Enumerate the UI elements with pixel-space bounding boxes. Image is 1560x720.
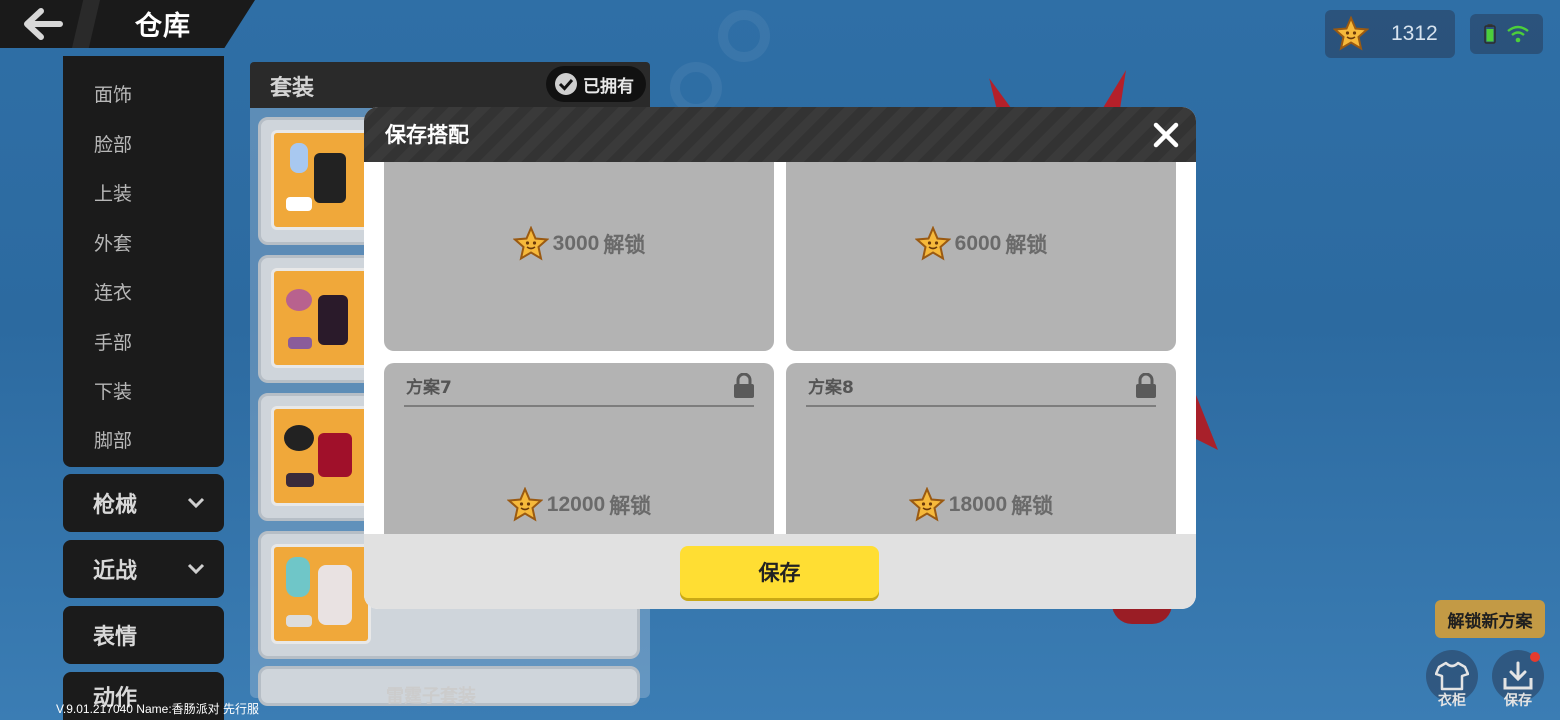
- slot-name: 方案8: [808, 378, 854, 398]
- unlock-suffix: 解锁: [603, 233, 646, 257]
- outfit-slot-locked[interactable]: 6000 解锁: [786, 162, 1176, 351]
- unlock-cost-value: 3000: [552, 232, 600, 255]
- sidebar-item-coat[interactable]: 外套: [94, 229, 132, 256]
- category-guns-button[interactable]: 枪械: [63, 474, 224, 532]
- wifi-icon: [1507, 25, 1529, 43]
- category-melee-button[interactable]: 近战: [63, 540, 224, 598]
- outfit-shoes-image: [286, 473, 314, 487]
- check-circle-icon: [555, 73, 577, 95]
- unlock-suffix: 解锁: [609, 494, 652, 518]
- page-title: 仓库: [135, 11, 191, 42]
- category-melee-label: 近战: [93, 559, 138, 584]
- unlock-suffix: 解锁: [1011, 494, 1054, 518]
- currency-value: 1312: [1391, 22, 1438, 45]
- owned-label: 已拥有: [583, 76, 634, 97]
- outfit-shoes-image: [286, 615, 312, 627]
- unlock-suffix: 解锁: [1005, 233, 1048, 257]
- unlock-cost: 12000 解锁: [384, 487, 774, 523]
- star-coin-icon: [1333, 16, 1369, 51]
- save-outfit-label: 保存: [1504, 693, 1532, 709]
- modal-header: 保存搭配: [364, 107, 1196, 162]
- sidebar-panel: 面饰 脸部 上装 外套 连衣 手部 下装 脚部: [63, 56, 224, 467]
- outfit-accessory-image: [286, 557, 310, 597]
- category-guns-label: 枪械: [93, 493, 138, 518]
- slot-name: 方案7: [406, 378, 452, 398]
- outfit-coat-image: [318, 433, 352, 477]
- outfit-accessory-image: [286, 289, 312, 311]
- unlock-cost-value: 12000: [546, 493, 606, 516]
- sidebar-item-top[interactable]: 上装: [94, 179, 132, 206]
- outfit-accessory-image: [290, 143, 308, 173]
- category-emote-label: 表情: [93, 625, 138, 650]
- version-info: V.9.01.217040 Name:香肠派对 先行服: [56, 702, 259, 716]
- notification-dot: [1530, 652, 1540, 662]
- status-indicators: [1470, 14, 1543, 54]
- star-coin-icon: [506, 487, 543, 522]
- suit-thumbnail: [271, 406, 371, 506]
- close-icon: [1153, 122, 1179, 148]
- unlock-cost-value: 6000: [954, 232, 1002, 255]
- unlock-cost-value: 18000: [948, 493, 1008, 516]
- shirt-icon: [1435, 661, 1469, 691]
- wardrobe-label: 衣柜: [1438, 693, 1466, 709]
- category-emote-button[interactable]: 表情: [63, 606, 224, 664]
- battery-icon: [1484, 24, 1496, 44]
- unlock-cost: 6000 解锁: [786, 226, 1176, 262]
- outfit-coat-image: [318, 565, 352, 625]
- arrow-left-icon: [24, 8, 63, 40]
- modal-footer: 保存: [364, 534, 1196, 609]
- suit-thumbnail: [271, 130, 371, 230]
- suit-thumbnail: [271, 268, 371, 368]
- outfit-slot-7[interactable]: 方案7 12000 解锁: [384, 363, 774, 534]
- outfit-slot-list[interactable]: 3000 解锁 6000 解锁 方案7 12000 解锁 方案8 18000 解…: [364, 162, 1196, 534]
- suit-card-label: 雷霆子套装: [386, 686, 476, 707]
- close-button[interactable]: [1150, 119, 1182, 151]
- modal-title: 保存搭配: [385, 123, 469, 147]
- chevron-down-icon: [187, 563, 205, 575]
- suit-thumbnail: [271, 544, 371, 644]
- sidebar-item-hands[interactable]: 手部: [94, 328, 132, 355]
- suit-title: 套装: [270, 76, 315, 101]
- save-outfit-modal: 保存搭配 3000 解锁 6000 解锁 方案7 12000 解锁 方案8 18…: [364, 107, 1196, 609]
- download-save-icon: [1503, 661, 1533, 690]
- sidebar-item-face[interactable]: 脸部: [94, 130, 132, 157]
- save-button[interactable]: 保存: [680, 546, 879, 598]
- sidebar-item-dress[interactable]: 连衣: [94, 278, 132, 305]
- outfit-accessory-image: [284, 425, 314, 451]
- unlock-cost: 18000 解锁: [786, 487, 1176, 523]
- background-decoration: [718, 10, 770, 62]
- suit-header: 套装 已拥有: [250, 62, 650, 108]
- star-coin-icon: [512, 226, 549, 261]
- unlock-cost: 3000 解锁: [384, 226, 774, 262]
- outfit-coat-image: [318, 295, 348, 345]
- outfit-coat-image: [314, 153, 346, 203]
- sidebar-item-face-accessory[interactable]: 面饰: [94, 80, 132, 107]
- slot-name-underline: [404, 405, 754, 407]
- outfit-slot-8[interactable]: 方案8 18000 解锁: [786, 363, 1176, 534]
- lock-icon: [734, 373, 754, 398]
- owned-filter-toggle[interactable]: 已拥有: [546, 66, 646, 102]
- outfit-shoes-image: [286, 197, 312, 211]
- slot-name-underline: [806, 405, 1156, 407]
- sidebar-item-bottoms[interactable]: 下装: [94, 377, 132, 404]
- back-button[interactable]: [18, 4, 68, 44]
- outfit-slot-locked[interactable]: 3000 解锁: [384, 162, 774, 351]
- sidebar-item-feet[interactable]: 脚部: [94, 426, 132, 453]
- chevron-down-icon: [187, 497, 205, 509]
- lock-icon: [1136, 373, 1156, 398]
- currency-display: 1312: [1325, 10, 1455, 58]
- outfit-shoes-image: [288, 337, 312, 349]
- star-coin-icon: [908, 487, 945, 522]
- star-coin-icon: [914, 226, 951, 261]
- unlock-new-plan-tip[interactable]: 解锁新方案: [1435, 600, 1545, 638]
